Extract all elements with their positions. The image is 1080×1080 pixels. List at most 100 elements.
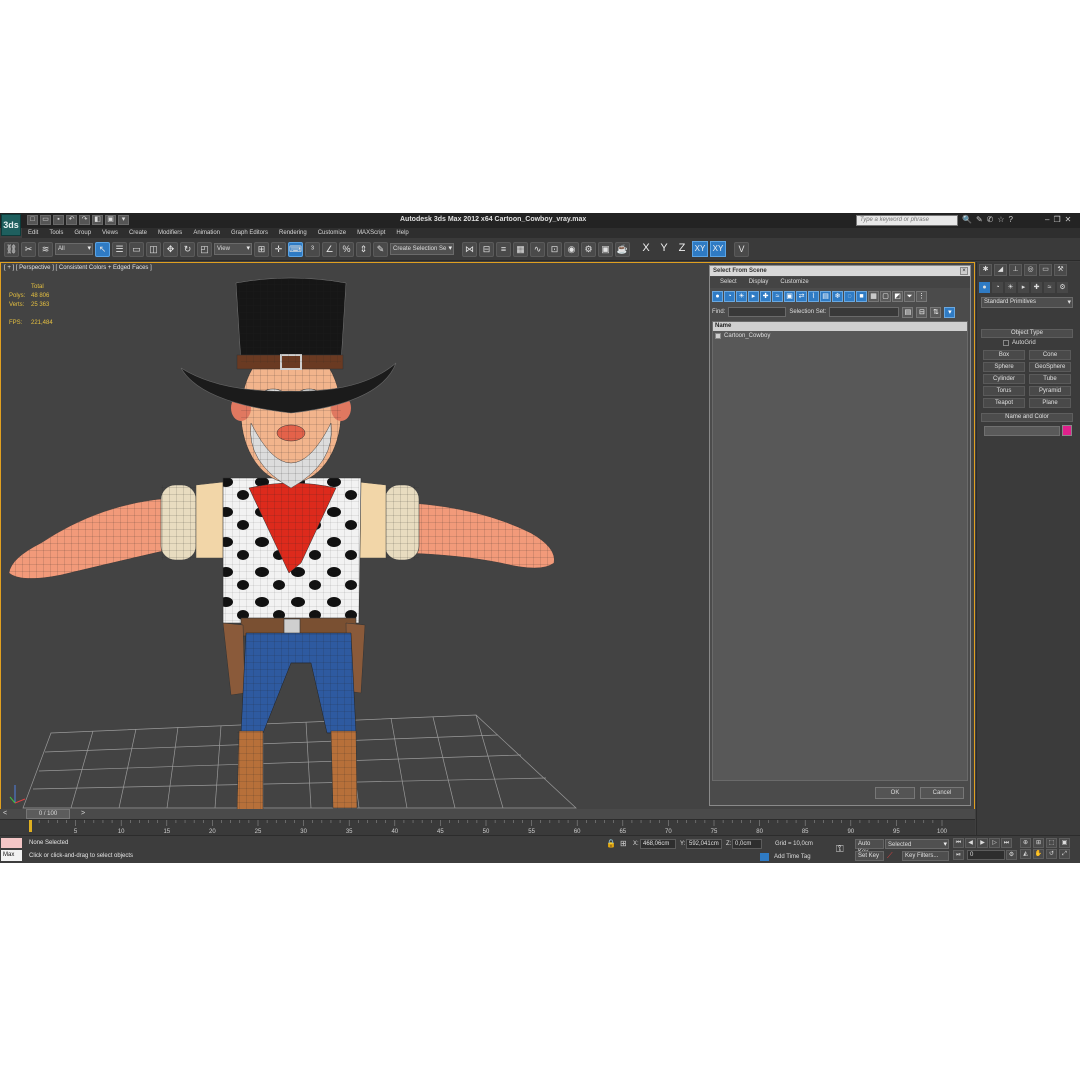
- unlink-icon[interactable]: ✂: [21, 241, 36, 257]
- autogrid-checkbox[interactable]: AutoGrid: [1003, 340, 1036, 346]
- help-icon[interactable]: ?: [1009, 215, 1013, 224]
- rectangular-selection-icon[interactable]: ▭: [129, 241, 144, 257]
- save-file-icon[interactable]: ▪: [53, 215, 64, 225]
- absolute-mode-icon[interactable]: ⊞: [620, 839, 627, 848]
- spacewarps-category-icon[interactable]: ≈: [1044, 282, 1055, 293]
- cone-button[interactable]: Cone: [1029, 350, 1071, 360]
- filter-hidden-icon[interactable]: ◌: [844, 291, 855, 302]
- dialog-title[interactable]: Select From Scene: [710, 266, 970, 276]
- dialog-menu-display[interactable]: Display: [749, 277, 769, 288]
- filter-spacewarps-icon[interactable]: ≈: [772, 291, 783, 302]
- key-filters-button[interactable]: Key Filters...: [902, 851, 949, 861]
- vray-render-icon[interactable]: V: [734, 241, 749, 257]
- create-tab-icon[interactable]: ✱: [979, 264, 992, 276]
- menu-help[interactable]: Help: [396, 228, 408, 238]
- x-coord-input[interactable]: 468,06cm: [640, 839, 676, 849]
- material-editor-icon[interactable]: ◉: [564, 241, 579, 257]
- axis-xy-button[interactable]: XY: [692, 241, 708, 257]
- time-configuration-icon[interactable]: ⚙: [1006, 850, 1017, 860]
- undo-icon[interactable]: ↶: [66, 215, 77, 225]
- zoom-extents-all-icon[interactable]: ▣: [1059, 838, 1070, 848]
- select-all-icon[interactable]: ▦: [868, 291, 879, 302]
- menu-group[interactable]: Group: [74, 228, 91, 238]
- auto-key-button[interactable]: Auto Key: [855, 839, 884, 855]
- redo-icon[interactable]: ↷: [79, 215, 90, 225]
- pan-view-icon[interactable]: ✋: [1033, 849, 1044, 859]
- menu-create[interactable]: Create: [129, 228, 147, 238]
- filter-options-icon[interactable]: ⋮: [916, 291, 927, 302]
- axis-x-button[interactable]: X: [638, 241, 654, 257]
- filter-frozen-icon[interactable]: ❄: [832, 291, 843, 302]
- autogrid-check-box[interactable]: [1003, 340, 1009, 346]
- render-production-icon[interactable]: ☕: [615, 241, 630, 257]
- systems-category-icon[interactable]: ⚙: [1057, 282, 1068, 293]
- zoom-icon[interactable]: ⊕: [1020, 838, 1031, 848]
- close-icon[interactable]: ✕: [1065, 215, 1072, 224]
- hierarchy-tab-icon[interactable]: ⊥: [1009, 264, 1022, 276]
- ok-button[interactable]: OK: [875, 787, 915, 799]
- field-of-view-icon[interactable]: ◭: [1020, 849, 1031, 859]
- menu-views[interactable]: Views: [102, 228, 118, 238]
- snaps-toggle-icon[interactable]: ³: [305, 241, 320, 257]
- minimize-icon[interactable]: –: [1045, 215, 1049, 224]
- add-time-tag-button[interactable]: Add Time Tag: [774, 854, 811, 860]
- percent-snap-icon[interactable]: %: [339, 241, 354, 257]
- tube-button[interactable]: Tube: [1029, 374, 1071, 384]
- axis-z-button[interactable]: Z: [674, 241, 690, 257]
- selection-filter-dropdown[interactable]: All: [55, 243, 93, 255]
- helpers-category-icon[interactable]: ✚: [1031, 282, 1042, 293]
- next-frame-icon[interactable]: ▷: [989, 838, 1000, 848]
- hold-icon[interactable]: ◧: [92, 215, 103, 225]
- filter-helpers-icon[interactable]: ✚: [760, 291, 771, 302]
- menu-animation[interactable]: Animation: [193, 228, 220, 238]
- previous-frame-icon[interactable]: ◀: [965, 838, 976, 848]
- graphite-modeling-icon[interactable]: ▦: [513, 241, 528, 257]
- set-key-mode-icon[interactable]: ⚿: [836, 844, 844, 855]
- menu-customize[interactable]: Customize: [318, 228, 346, 238]
- time-slider-prev-icon[interactable]: <: [0, 809, 10, 819]
- selection-set-dropdown[interactable]: [829, 307, 900, 317]
- filter-groups-icon[interactable]: ▣: [784, 291, 795, 302]
- select-link-icon[interactable]: ⛓: [4, 241, 19, 257]
- select-object-icon[interactable]: ↖: [95, 241, 110, 257]
- time-slider[interactable]: 0 / 100: [10, 809, 975, 819]
- lock-selection-icon[interactable]: 🔒: [606, 839, 616, 848]
- motion-tab-icon[interactable]: ◎: [1024, 264, 1037, 276]
- search-input[interactable]: Type a keyword or phrase: [856, 215, 958, 226]
- play-icon[interactable]: ▶: [977, 838, 988, 848]
- filter-geometry-icon[interactable]: ●: [712, 291, 723, 302]
- layer-manager-icon[interactable]: ≡: [496, 241, 511, 257]
- set-key-button[interactable]: Set Key: [855, 851, 884, 861]
- cancel-button[interactable]: Cancel: [920, 787, 964, 799]
- find-hierarchy-icon[interactable]: ⊟: [916, 306, 928, 318]
- filter-lights-icon[interactable]: ☀: [736, 291, 747, 302]
- select-none-icon[interactable]: ▢: [880, 291, 891, 302]
- key-mode-dropdown[interactable]: Selected: [885, 839, 949, 850]
- schematic-view-icon[interactable]: ⊡: [547, 241, 562, 257]
- align-icon[interactable]: ⊟: [479, 241, 494, 257]
- time-slider-next-icon[interactable]: >: [78, 809, 88, 819]
- orbit-icon[interactable]: ↺: [1046, 849, 1057, 859]
- axis-xy-constraint-button[interactable]: XY: [710, 241, 726, 257]
- name-and-color-rollout[interactable]: Name and Color: [981, 413, 1073, 422]
- new-file-icon[interactable]: □: [27, 215, 38, 225]
- current-frame-marker[interactable]: [29, 820, 32, 832]
- modify-tab-icon[interactable]: ◢: [994, 264, 1007, 276]
- geosphere-button[interactable]: GeoSphere: [1029, 362, 1071, 372]
- dialog-menu-select[interactable]: Select: [720, 277, 737, 288]
- menu-edit[interactable]: Edit: [28, 228, 38, 238]
- maxscript-listener-output[interactable]: [1, 838, 22, 848]
- angle-snap-icon[interactable]: ∠: [322, 241, 337, 257]
- key-mode-toggle-icon[interactable]: ⏯: [953, 850, 964, 860]
- reference-coordinate-dropdown[interactable]: View: [214, 243, 252, 255]
- geometry-category-icon[interactable]: ●: [979, 282, 990, 293]
- keyboard-shortcut-override-icon[interactable]: ⌨: [288, 241, 303, 257]
- maximize-viewport-icon[interactable]: ⤢: [1059, 849, 1070, 859]
- maxscript-mini-listener[interactable]: Max: [1, 850, 22, 861]
- zoom-extents-icon[interactable]: ⬚: [1046, 838, 1057, 848]
- app-logo-button[interactable]: 3ds: [1, 214, 21, 236]
- display-tab-icon[interactable]: ▭: [1039, 264, 1052, 276]
- object-color-swatch[interactable]: [1062, 425, 1072, 436]
- lights-category-icon[interactable]: ☀: [1005, 282, 1016, 293]
- curve-editor-icon[interactable]: ∿: [530, 241, 545, 257]
